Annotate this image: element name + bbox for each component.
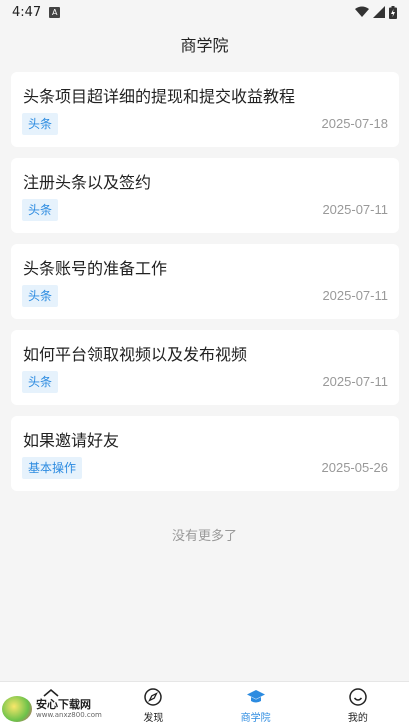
notification-icon: A: [49, 6, 61, 18]
tab-discover[interactable]: 发现: [102, 682, 204, 727]
page-title: 商学院: [180, 36, 229, 55]
article-date: 2025-07-18: [321, 116, 389, 131]
smile-icon: [349, 688, 367, 706]
wifi-icon: [355, 6, 369, 17]
article-date: 2025-07-11: [322, 374, 388, 389]
tab-label: 我的: [347, 713, 368, 724]
article-list: 头条项目超详细的提现和提交收益教程 头条 2025-07-18 注册头条以及签约…: [11, 72, 399, 502]
article-card[interactable]: 注册头条以及签约 头条 2025-07-11: [11, 158, 399, 233]
compass-icon: [144, 688, 163, 706]
article-tag: 头条: [22, 285, 59, 307]
article-tag: 基本操作: [22, 457, 83, 479]
tab-label: 发现: [143, 713, 164, 724]
article-title: 如何平台领取视频以及发布视频: [23, 345, 248, 364]
tab-label: 商学院: [240, 713, 271, 724]
tab-mine[interactable]: 我的: [307, 682, 409, 727]
graduation-cap-icon: [246, 690, 265, 703]
article-card[interactable]: 如果邀请好友 基本操作 2025-05-26: [11, 416, 399, 491]
status-right: [355, 5, 397, 19]
article-date: 2025-05-26: [321, 460, 389, 475]
tab-business-school[interactable]: 商学院: [205, 682, 307, 727]
watermark-logo-icon: [2, 696, 32, 722]
article-tag: 头条: [22, 371, 59, 393]
watermark-text: 安心下载网 www.anxz800.com: [36, 699, 102, 719]
watermark-title: 安心下载网: [36, 698, 91, 711]
status-bar: 4:47 A: [0, 0, 409, 24]
article-date: 2025-07-11: [322, 202, 388, 217]
article-tag: 头条: [22, 199, 59, 221]
article-title: 如果邀请好友: [23, 431, 120, 450]
article-card[interactable]: 头条账号的准备工作 头条 2025-07-11: [11, 244, 399, 319]
signal-icon: [373, 6, 385, 18]
battery-icon: [389, 5, 397, 19]
article-title: 头条账号的准备工作: [23, 259, 168, 278]
article-card[interactable]: 头条项目超详细的提现和提交收益教程 头条 2025-07-18: [11, 72, 399, 147]
status-time: 4:47: [12, 4, 42, 20]
watermark: 安心下载网 www.anxz800.com: [2, 694, 106, 724]
article-card[interactable]: 如何平台领取视频以及发布视频 头条 2025-07-11: [11, 330, 399, 405]
list-end-text: 没有更多了: [171, 529, 237, 544]
page-header: 商学院: [0, 24, 409, 64]
article-title: 注册头条以及签约: [23, 173, 152, 192]
watermark-url: www.anxz800.com: [36, 711, 102, 719]
article-tag: 头条: [22, 113, 59, 135]
status-left: 4:47 A: [12, 4, 61, 20]
article-date: 2025-07-11: [322, 288, 388, 303]
article-title: 头条项目超详细的提现和提交收益教程: [23, 87, 296, 106]
